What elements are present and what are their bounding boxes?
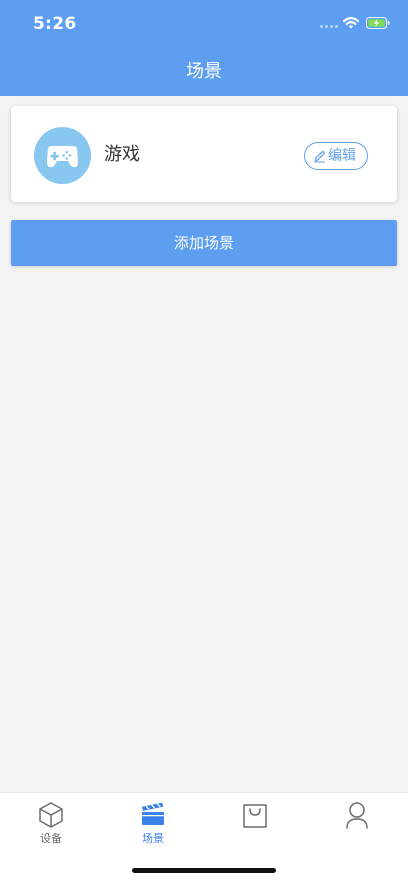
tab-shop[interactable] xyxy=(204,793,306,849)
clapperboard-icon xyxy=(142,802,164,825)
pencil-icon xyxy=(314,151,325,163)
wifi-icon xyxy=(342,17,360,29)
page-title: 场景 xyxy=(186,61,222,82)
tab-scenes[interactable]: 场景 xyxy=(102,793,204,849)
home-indicator[interactable] xyxy=(132,868,276,873)
signal-icon xyxy=(320,25,338,29)
tab-profile[interactable] xyxy=(306,793,408,849)
status-time: 5:26 xyxy=(33,14,77,34)
tab-devices[interactable]: 设备 xyxy=(0,793,102,849)
tab-scenes-label: 场景 xyxy=(142,832,164,845)
gamepad-icon xyxy=(46,146,79,168)
tab-devices-label: 设备 xyxy=(40,832,62,845)
edit-button[interactable]: 编辑 xyxy=(304,142,368,170)
cube-icon xyxy=(39,802,63,828)
user-icon xyxy=(346,802,368,829)
battery-charging-icon xyxy=(366,17,390,29)
scene-avatar xyxy=(34,127,91,184)
shopping-bag-icon xyxy=(243,804,267,828)
status-bar: 5:26 xyxy=(0,0,408,48)
scene-card[interactable]: 游戏 编辑 xyxy=(11,106,397,202)
add-scene-button[interactable]: 添加场景 xyxy=(11,220,397,266)
scene-name: 游戏 xyxy=(104,144,140,165)
app-header: 5:26 场景 xyxy=(0,0,408,96)
edit-button-label: 编辑 xyxy=(328,148,356,164)
